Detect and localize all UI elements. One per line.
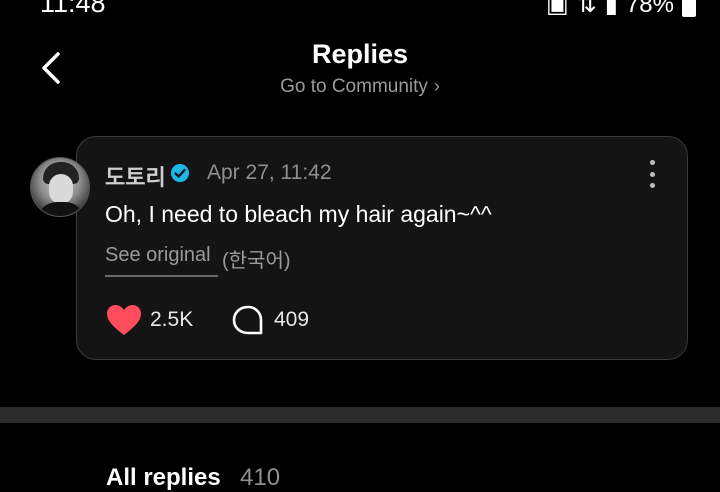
- like-button[interactable]: [106, 304, 142, 336]
- battery-percent: 78%: [625, 0, 674, 18]
- post-text: Oh, I need to bleach my hair again~^^: [105, 201, 492, 227]
- section-divider: [0, 407, 720, 423]
- verified-badge-icon: [171, 164, 189, 182]
- chevron-right-icon: ›: [433, 76, 440, 96]
- data-transfer-icon: ⇅: [576, 0, 597, 18]
- heart-icon: [107, 305, 141, 335]
- status-time: 11:48: [40, 0, 106, 18]
- comment-count: 409: [274, 308, 310, 331]
- all-replies-count: 410: [240, 464, 281, 491]
- battery-icon: [682, 0, 696, 17]
- app-notification-icon: ▣: [545, 0, 569, 18]
- more-options-icon[interactable]: [640, 160, 664, 188]
- comment-bubble-icon: [232, 305, 263, 335]
- author-name[interactable]: 도토리: [105, 160, 166, 192]
- like-count: 2.5K: [150, 308, 194, 331]
- all-replies-heading: All replies: [106, 464, 221, 491]
- post-timestamp: Apr 27, 11:42: [207, 161, 332, 184]
- go-to-community-label: Go to Community: [280, 76, 428, 97]
- status-icons: ▣ ⇅ ▮ 78%: [546, 0, 696, 18]
- see-original-link[interactable]: See original: [105, 244, 211, 267]
- page-title: Replies: [311, 39, 409, 69]
- original-language: (한국어): [222, 250, 291, 272]
- signal-icon: ▮: [604, 0, 618, 18]
- go-to-community-link[interactable]: Go to Community ›: [0, 76, 720, 98]
- comment-button[interactable]: [231, 304, 265, 343]
- status-bar: 11:48 ▣ ⇅ ▮ 78%: [0, 0, 720, 18]
- avatar[interactable]: [30, 157, 90, 217]
- see-original-underline: [105, 275, 218, 277]
